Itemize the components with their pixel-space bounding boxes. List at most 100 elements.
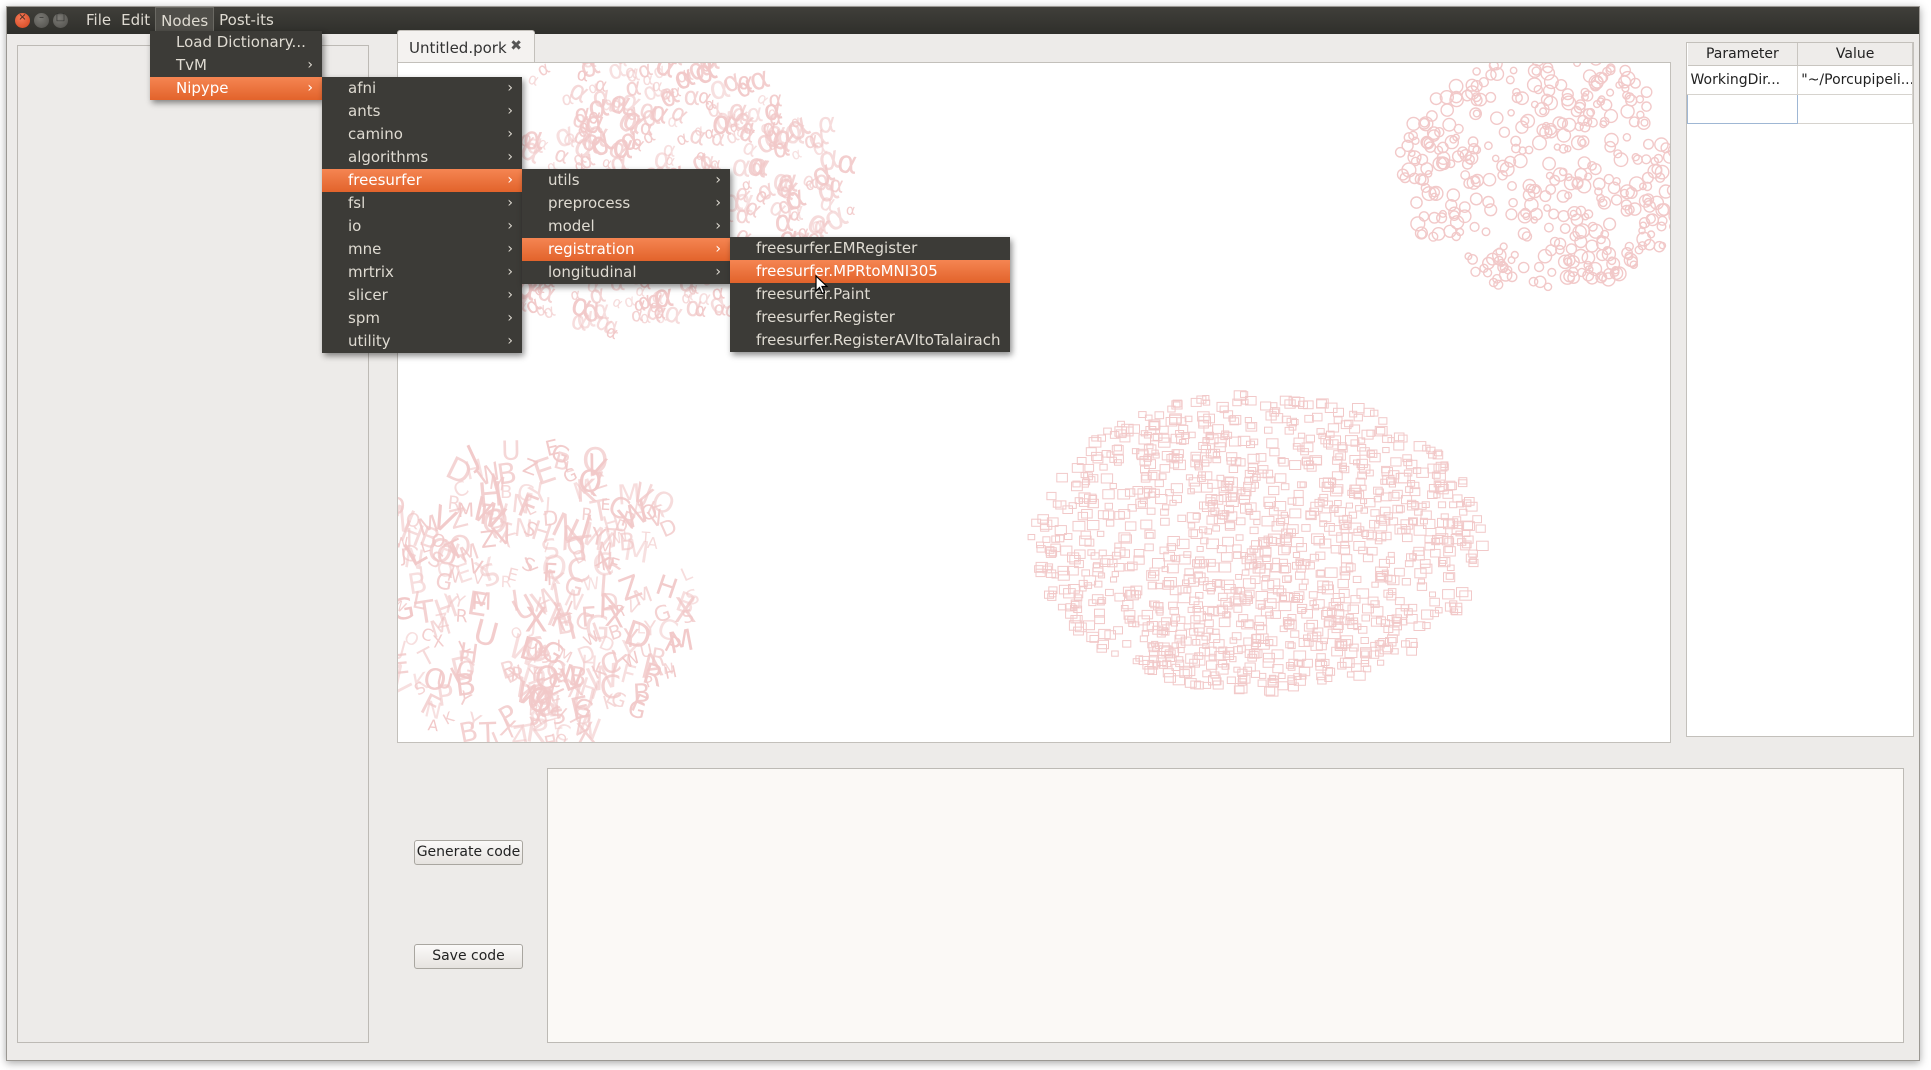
svg-text:α: α bbox=[774, 204, 795, 240]
svg-text:L: L bbox=[678, 563, 696, 586]
code-output-area[interactable] bbox=[547, 768, 1904, 1043]
properties-panel: Parameter Value WorkingDir... "~/Porcupi… bbox=[1686, 42, 1914, 737]
save-code-button[interactable]: Save code bbox=[414, 944, 523, 969]
svg-text:α: α bbox=[666, 110, 679, 131]
menu-item-registration[interactable]: registration › bbox=[522, 238, 730, 261]
menu-item-longitudinal[interactable]: longitudinal › bbox=[522, 261, 730, 284]
menu-item-freesurfer-paint[interactable]: freesurfer.Paint bbox=[730, 283, 1010, 306]
parameter-cell[interactable] bbox=[1686, 93, 1799, 124]
svg-text:α: α bbox=[588, 104, 602, 128]
menu-item-label: afni bbox=[348, 79, 377, 97]
mouse-pointer-icon bbox=[815, 275, 829, 295]
chevron-right-icon: › bbox=[507, 103, 513, 119]
svg-text:U: U bbox=[501, 436, 521, 467]
value-cell[interactable]: "~/Porcupipeli... bbox=[1797, 65, 1913, 95]
parameter-column-header: Parameter bbox=[1687, 43, 1799, 66]
menu-item-freesurfer-register[interactable]: freesurfer.Register bbox=[730, 306, 1010, 329]
svg-text:H: H bbox=[663, 662, 679, 683]
menu-item-camino[interactable]: camino › bbox=[322, 123, 522, 146]
menu-file[interactable]: File bbox=[81, 7, 116, 34]
menu-item-utils[interactable]: utils › bbox=[522, 169, 730, 192]
pipeline-canvas[interactable]: αααααααααααααααααααααααααααααααααααααααα… bbox=[397, 62, 1671, 743]
menu-item-label: slicer bbox=[348, 286, 388, 304]
svg-text:M: M bbox=[488, 473, 507, 496]
menu-item-label: fsl bbox=[348, 194, 366, 212]
menu-item-freesurfer-emregister[interactable]: freesurfer.EMRegister bbox=[730, 237, 1010, 260]
svg-text:M: M bbox=[598, 538, 613, 558]
chevron-right-icon: › bbox=[507, 287, 513, 303]
menu-item-ants[interactable]: ants › bbox=[322, 100, 522, 123]
menu-item-label: TvM bbox=[176, 56, 207, 74]
brain-watermark-background: α ααααααααααααααα α ααααααααααααααααααα αααα… bbox=[398, 63, 1670, 742]
menu-edit[interactable]: Edit bbox=[116, 7, 155, 34]
menu-item-afni[interactable]: afni › bbox=[322, 77, 522, 100]
value-cell[interactable] bbox=[1797, 94, 1913, 124]
menu-item-tvm[interactable]: TvM › bbox=[150, 54, 322, 77]
menu-item-label: mne bbox=[348, 240, 382, 258]
minimize-icon: – bbox=[39, 12, 44, 23]
chevron-right-icon: › bbox=[307, 57, 313, 73]
tab-untitled-pork[interactable]: Untitled.pork ✖ bbox=[397, 30, 535, 62]
menu-item-freesurfer-registeravitotalairach[interactable]: freesurfer.RegisterAVItoTalairach bbox=[730, 329, 1010, 352]
chevron-right-icon: › bbox=[507, 172, 513, 188]
menu-item-utility[interactable]: utility › bbox=[322, 330, 522, 353]
properties-table: Parameter Value WorkingDir... "~/Porcupi… bbox=[1686, 43, 1913, 124]
menu-item-label: freesurfer.Paint bbox=[756, 285, 871, 303]
menu-item-mrtrix[interactable]: mrtrix › bbox=[322, 261, 522, 284]
svg-text:α: α bbox=[700, 63, 723, 77]
menu-item-label: Load Dictionary... bbox=[176, 33, 306, 51]
chevron-right-icon: › bbox=[507, 80, 513, 96]
tab-label: Untitled.pork bbox=[409, 39, 507, 57]
svg-text:Q: Q bbox=[447, 529, 472, 565]
generate-code-button[interactable]: Generate code bbox=[414, 840, 523, 865]
menu-item-spm[interactable]: spm › bbox=[322, 307, 522, 330]
menu-nodes[interactable]: Nodes bbox=[155, 7, 215, 34]
parameter-cell[interactable]: WorkingDir... bbox=[1687, 65, 1799, 95]
svg-text:Q: Q bbox=[582, 441, 609, 480]
value-column-header: Value bbox=[1797, 43, 1913, 66]
menu-item-label: freesurfer.Register bbox=[756, 308, 895, 326]
menu-item-slicer[interactable]: slicer › bbox=[322, 284, 522, 307]
chevron-right-icon: › bbox=[715, 218, 721, 234]
svg-text:α: α bbox=[771, 163, 795, 200]
menu-item-freesurfer-mprtomni305[interactable]: freesurfer.MPRtoMNI305 bbox=[730, 260, 1010, 283]
menu-item-nipype[interactable]: Nipype › bbox=[150, 77, 322, 100]
table-row[interactable] bbox=[1686, 93, 1913, 124]
menu-postits[interactable]: Post-its bbox=[214, 7, 279, 34]
svg-text:L: L bbox=[637, 619, 647, 637]
menu-item-algorithms[interactable]: algorithms › bbox=[322, 146, 522, 169]
svg-text:G: G bbox=[625, 696, 648, 725]
menu-item-label: utils bbox=[548, 171, 580, 189]
maximize-window-button[interactable]: □ bbox=[53, 12, 68, 28]
chevron-right-icon: › bbox=[507, 218, 513, 234]
svg-text:D: D bbox=[398, 492, 406, 521]
menu-item-label: ants bbox=[348, 102, 381, 120]
menu-item-model[interactable]: model › bbox=[522, 215, 730, 238]
menu-item-label: io bbox=[348, 217, 362, 235]
menu-item-label: camino bbox=[348, 125, 403, 143]
menu-item-io[interactable]: io › bbox=[322, 215, 522, 238]
close-tab-icon[interactable]: ✖ bbox=[510, 38, 522, 54]
menu-item-freesurfer[interactable]: freesurfer › bbox=[322, 169, 522, 192]
table-row[interactable]: WorkingDir... "~/Porcupipeli... bbox=[1687, 65, 1913, 95]
svg-text:α: α bbox=[683, 81, 701, 112]
registration-submenu: freesurfer.EMRegister freesurfer.MPRtoMNI… bbox=[730, 237, 1010, 352]
document-brain-watermark bbox=[1027, 390, 1489, 697]
letter-brain-watermark: HYIWVNJPQTIQCYPIMLMZFOIXOQMLWAHZLAAURZBG… bbox=[398, 435, 703, 742]
minimize-window-button[interactable]: – bbox=[34, 12, 49, 28]
menu-item-mne[interactable]: mne › bbox=[322, 238, 522, 261]
chevron-right-icon: › bbox=[507, 126, 513, 142]
chevron-right-icon: › bbox=[507, 149, 513, 165]
svg-text:R: R bbox=[615, 602, 626, 620]
chevron-right-icon: › bbox=[507, 264, 513, 280]
menu-item-preprocess[interactable]: preprocess › bbox=[522, 192, 730, 215]
menu-item-fsl[interactable]: fsl › bbox=[322, 192, 522, 215]
node-library-panel[interactable] bbox=[17, 45, 369, 1043]
close-window-button[interactable]: × bbox=[15, 12, 30, 28]
svg-text:α: α bbox=[744, 117, 756, 136]
nodes-dropdown-menu: Load Dictionary... TvM › Nipype › bbox=[150, 31, 322, 100]
menu-item-label: freesurfer bbox=[348, 171, 422, 189]
svg-text:α: α bbox=[783, 112, 807, 153]
menu-item-load-dictionary[interactable]: Load Dictionary... bbox=[150, 31, 322, 54]
chevron-right-icon: › bbox=[307, 80, 313, 96]
